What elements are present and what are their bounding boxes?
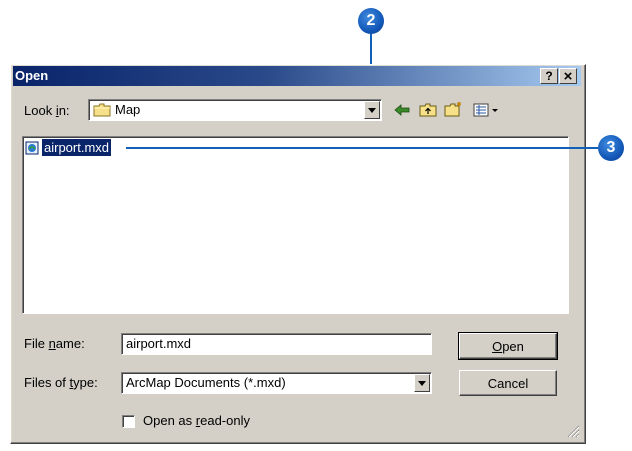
callout-2-label: 2	[366, 12, 376, 29]
up-one-level-icon[interactable]	[418, 101, 438, 119]
back-arrow-icon[interactable]	[392, 101, 412, 119]
chevron-down-icon	[368, 107, 376, 113]
callout-3: 3	[598, 135, 624, 161]
view-menu-icon[interactable]	[472, 101, 502, 119]
callout-3-label: 3	[606, 139, 616, 156]
callout-2: 2	[358, 8, 384, 34]
look-in-value: Map	[115, 102, 141, 117]
read-only-label[interactable]: Open as read-only	[143, 413, 250, 429]
callout-3-line	[126, 147, 601, 149]
look-in-label: Look in:	[24, 103, 70, 118]
read-only-checkbox[interactable]	[122, 415, 135, 428]
folder-icon	[93, 103, 111, 120]
files-of-type-dropdown-button[interactable]	[414, 374, 430, 392]
files-of-type-select[interactable]: ArcMap Documents (*.mxd)	[121, 372, 432, 394]
look-in-select[interactable]: Map	[88, 99, 382, 121]
file-name-value: airport.mxd	[126, 336, 192, 351]
arcmap-document-icon	[25, 140, 41, 159]
file-name-label: File name:	[24, 336, 85, 351]
file-name-field[interactable]: airport.mxd	[121, 333, 432, 355]
file-list[interactable]	[22, 136, 569, 314]
close-icon: ×	[563, 67, 573, 85]
files-of-type-value: ArcMap Documents (*.mxd)	[126, 375, 286, 390]
chevron-down-icon	[418, 380, 426, 386]
open-button[interactable]: Open	[458, 332, 558, 360]
window-title: Open	[15, 68, 49, 83]
create-new-folder-icon[interactable]	[444, 100, 464, 118]
help-icon: ?	[545, 69, 553, 83]
file-name-airport: airport.mxd	[40, 138, 113, 157]
close-button[interactable]: ×	[559, 68, 577, 84]
resize-grip-icon[interactable]	[566, 424, 580, 441]
title-bar[interactable]	[13, 66, 581, 86]
cancel-button[interactable]: Cancel	[459, 370, 557, 396]
files-of-type-label: Files of type:	[24, 375, 98, 390]
help-button[interactable]: ?	[540, 68, 558, 84]
look-in-dropdown-button[interactable]	[364, 101, 380, 119]
